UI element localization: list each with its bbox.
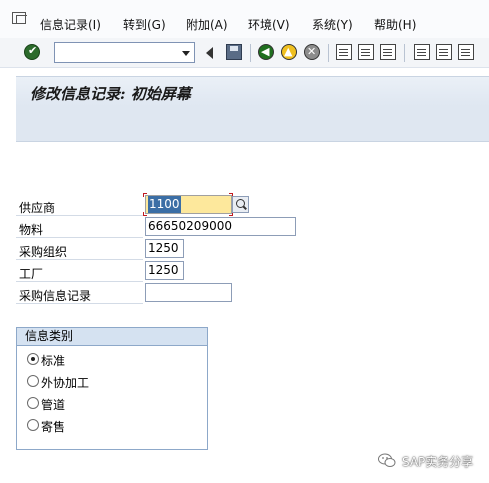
left-frame bbox=[0, 76, 16, 483]
page-title: 修改信息记录: 初始屏幕 bbox=[30, 85, 191, 103]
menu-info-record[interactable]: 信息记录(I) bbox=[40, 16, 101, 33]
print-icon[interactable] bbox=[336, 44, 352, 60]
toolbar-separator bbox=[328, 44, 329, 62]
radio-subcontracting-label: 外协加工 bbox=[41, 376, 90, 390]
application-toolbar bbox=[16, 106, 489, 142]
toolbar-separator bbox=[404, 44, 405, 62]
next-page-icon[interactable] bbox=[458, 44, 474, 60]
menu-extras[interactable]: 附加(A) bbox=[186, 16, 228, 33]
vendor-value: 1100 bbox=[148, 196, 181, 213]
plant-label: 工厂 bbox=[19, 267, 44, 281]
material-value: 66650209000 bbox=[148, 219, 232, 233]
search-help-icon[interactable] bbox=[232, 196, 249, 213]
menu-help[interactable]: 帮助(H) bbox=[374, 16, 416, 33]
row-divider bbox=[16, 259, 143, 260]
focus-corner bbox=[143, 193, 147, 197]
row-divider bbox=[16, 215, 143, 216]
command-field[interactable] bbox=[54, 42, 195, 63]
wechat-icon bbox=[378, 453, 396, 467]
previous-page-icon[interactable] bbox=[436, 44, 452, 60]
first-page-icon[interactable] bbox=[414, 44, 430, 60]
row-divider bbox=[16, 303, 143, 304]
save-icon[interactable] bbox=[226, 44, 242, 60]
back-icon[interactable]: ◀ bbox=[258, 44, 274, 60]
purch-org-value: 1250 bbox=[148, 241, 179, 255]
radio-button[interactable] bbox=[27, 397, 39, 409]
back-arrow-icon[interactable] bbox=[206, 47, 213, 59]
standard-toolbar: ◀ ▲ ✕ bbox=[0, 38, 489, 68]
menu-system[interactable]: 系统(Y) bbox=[312, 16, 353, 33]
find-next-icon[interactable] bbox=[380, 44, 396, 60]
material-field[interactable]: 66650209000 bbox=[145, 217, 296, 236]
menu-bar: 信息记录(I) 转到(G) 附加(A) 环境(V) 系统(Y) 帮助(H) bbox=[0, 0, 489, 38]
cancel-icon[interactable]: ✕ bbox=[304, 44, 320, 60]
info-record-label: 采购信息记录 bbox=[19, 289, 92, 303]
menu-window-icon[interactable] bbox=[12, 12, 27, 24]
vendor-field[interactable]: 1100 bbox=[145, 195, 232, 214]
enter-icon[interactable] bbox=[24, 44, 40, 60]
radio-consignment-label: 寄售 bbox=[41, 420, 66, 434]
info-record-field[interactable] bbox=[145, 283, 232, 302]
info-category-title: 信息类别 bbox=[17, 328, 207, 346]
exit-icon[interactable]: ▲ bbox=[281, 44, 297, 60]
radio-standard-label: 标准 bbox=[41, 354, 66, 368]
watermark-text: SAP实务分享 bbox=[402, 455, 474, 469]
material-label: 物料 bbox=[19, 223, 44, 237]
menu-goto[interactable]: 转到(G) bbox=[123, 16, 166, 33]
toolbar-separator bbox=[250, 44, 251, 62]
find-icon[interactable] bbox=[358, 44, 374, 60]
radio-button[interactable] bbox=[27, 375, 39, 387]
plant-value: 1250 bbox=[148, 263, 179, 277]
row-divider bbox=[16, 281, 143, 282]
radio-pipeline-label: 管道 bbox=[41, 398, 66, 412]
title-bar: 修改信息记录: 初始屏幕 bbox=[16, 76, 489, 106]
row-divider bbox=[16, 237, 143, 238]
radio-button[interactable] bbox=[27, 419, 39, 431]
focus-corner bbox=[143, 212, 147, 216]
chevron-down-icon[interactable] bbox=[182, 51, 190, 56]
plant-field[interactable]: 1250 bbox=[145, 261, 184, 280]
radio-button-selected[interactable] bbox=[27, 353, 39, 365]
purch-org-field[interactable]: 1250 bbox=[145, 239, 184, 258]
purch-org-label: 采购组织 bbox=[19, 245, 68, 259]
menu-environment[interactable]: 环境(V) bbox=[248, 16, 290, 33]
vendor-label: 供应商 bbox=[19, 201, 56, 215]
